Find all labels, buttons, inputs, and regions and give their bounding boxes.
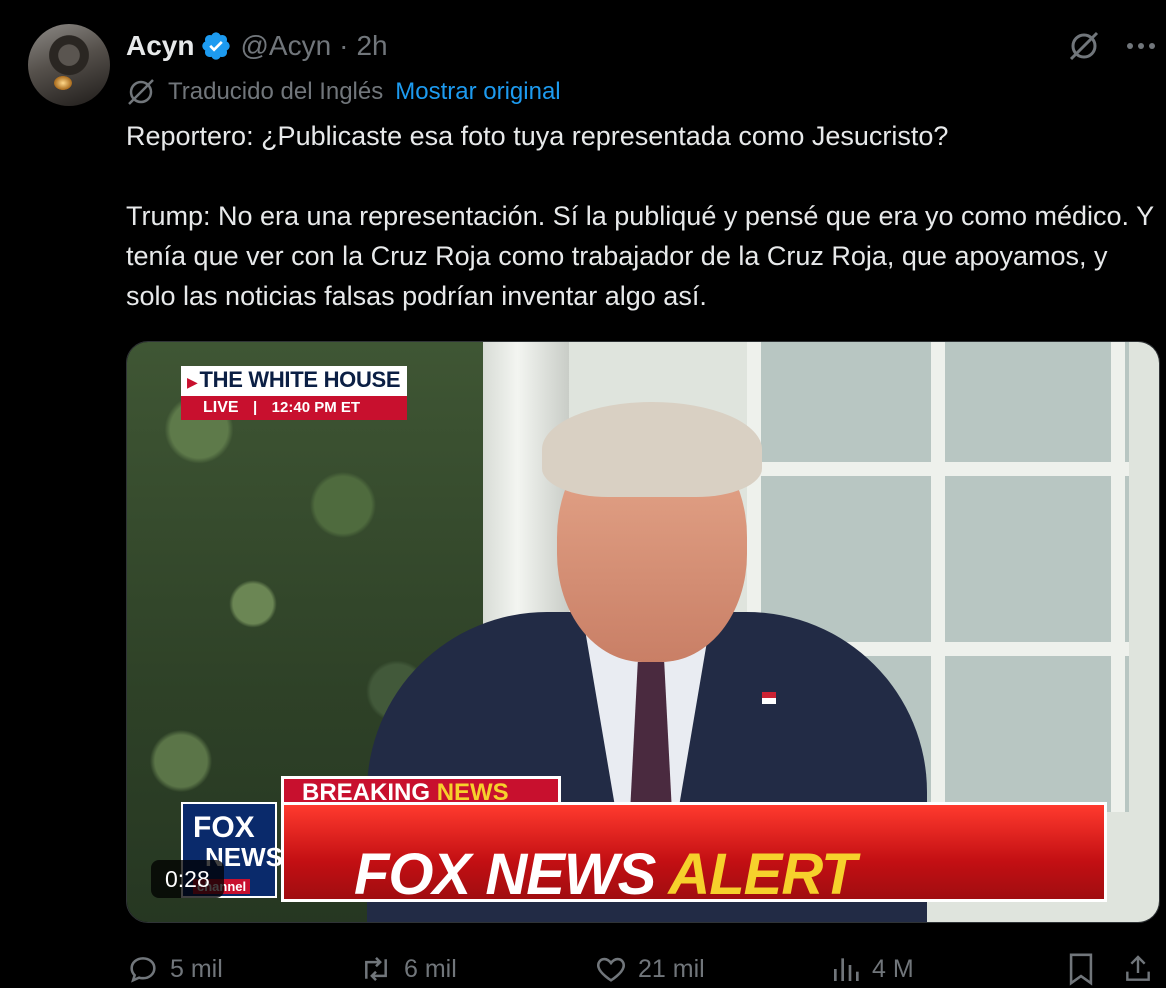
translated-label: Traducido del Inglés [168,78,384,105]
views-icon [830,952,862,986]
separator: · [339,30,349,61]
alert-brand: FOX NEWS [354,842,656,902]
reply-icon [126,952,160,986]
views-button[interactable]: 4 M [830,952,914,986]
views-count: 4 M [872,954,914,983]
bookmark-button[interactable] [1066,952,1096,986]
heart-icon [594,952,628,986]
verified-badge-icon [200,30,232,62]
location-banner: ▶THE WHITE HOUSE LIVE | 12:40 PM ET [181,366,407,420]
avatar[interactable] [28,24,110,106]
live-label: LIVE [203,399,239,416]
more-icon[interactable] [1126,41,1156,51]
author-name[interactable]: Acyn [126,30,194,62]
video-duration: 0:28 [151,860,224,898]
banner-separator: | [253,399,258,416]
banner-time: 12:40 PM ET [271,399,361,416]
reply-count: 5 mil [170,954,223,983]
banner-title: THE WHITE HOUSE [199,367,401,392]
author-handle[interactable]: @Acyn [240,30,331,62]
grok-icon[interactable] [1066,28,1102,64]
tweet-actions: 5 mil 6 mil 21 mil 4 M [126,948,1160,988]
repost-count: 6 mil [404,954,457,983]
share-button[interactable] [1122,952,1154,986]
timestamp[interactable]: 2h [356,30,387,62]
like-button[interactable]: 21 mil [594,952,705,986]
translation-row: Traducido del Inglés Mostrar original [126,74,561,110]
repost-icon [358,952,394,986]
repost-button[interactable]: 6 mil [358,952,457,986]
tweet-paragraph: Trump: No era una representación. Sí la … [126,201,1154,311]
show-original-link[interactable]: Mostrar original [395,78,560,106]
alert-bar: FOX NEWS ALERT [281,802,1107,902]
translate-icon [126,77,156,107]
reply-button[interactable]: 5 mil [126,952,223,986]
logo-line1: FOX [193,811,255,844]
tweet-text: Reportero: ¿Publicaste esa foto tuya rep… [126,116,1156,316]
tweet-header: Acyn @Acyn · 2h [126,26,388,66]
like-count: 21 mil [638,954,705,983]
tweet-top-actions [1066,28,1156,64]
share-icon [1122,952,1154,986]
video-player[interactable]: ▶THE WHITE HOUSE LIVE | 12:40 PM ET BREA… [126,341,1160,923]
tweet-paragraph: Reportero: ¿Publicaste esa foto tuya rep… [126,121,949,151]
bookmark-icon [1066,952,1096,986]
alert-word: ALERT [668,842,856,902]
